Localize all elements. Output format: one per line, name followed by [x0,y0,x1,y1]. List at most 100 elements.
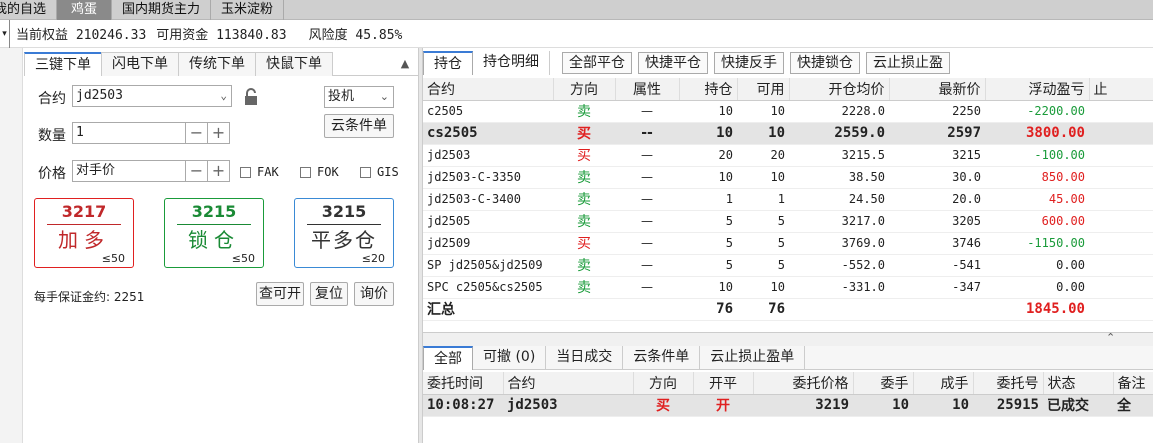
col-order-id[interactable]: 委托号 [973,372,1044,395]
price-label: 价格 [38,166,66,182]
col-note[interactable]: 备注 [1113,372,1153,395]
position-direction: 卖 [553,210,615,233]
quick-reverse-button[interactable]: 快捷反手 [714,52,784,74]
position-last-price: 3746 [889,232,985,255]
position-available: 10 [737,276,789,299]
position-attribute: — [615,254,679,277]
col-position[interactable]: 持仓 [679,78,738,101]
tab-watchlist[interactable]: 我的自选 [0,0,58,20]
collapse-up-icon[interactable]: ▲ [392,52,418,75]
price-input[interactable]: 对手价 [72,160,186,182]
position-row[interactable]: jd2503-C-3400 卖 —1 1 24.50 20.0 45.00 [423,188,1153,211]
col-status[interactable]: 状态 [1043,372,1114,395]
tab-positions[interactable]: 持仓 [423,51,473,75]
position-available: 5 [737,232,789,255]
position-open-price: 2228.0 [789,100,889,123]
close-long-button[interactable]: 3215 平多仓 ≤20 [294,198,394,268]
col-attribute[interactable]: 属性 [615,78,680,101]
tab-cancellable[interactable]: 可撤 (0) [473,346,547,370]
position-direction: 卖 [553,166,615,189]
tab-cloud-condition-orders[interactable]: 云条件单 [623,346,701,370]
total-direction [553,298,615,321]
order-row[interactable]: 10:08:27 jd2503 买开 3219 10 10 25915 已成交全 [423,394,1153,417]
tab-egg[interactable]: 鸡蛋 [57,0,113,20]
col-contract[interactable]: 合约 [423,78,554,101]
tab-three-key-order[interactable]: 三键下单 [24,52,102,76]
total-floating-pnl: 1845.00 [985,298,1089,321]
col-order-time[interactable]: 委托时间 [423,372,504,395]
position-direction: 买 [553,122,615,145]
col-open-avg-price[interactable]: 开仓均价 [789,78,890,101]
reset-button[interactable]: 复位 [310,282,348,306]
tab-cloud-stop-orders[interactable]: 云止损止盈单 [700,346,806,370]
available-funds: 可用资金 113840.83 [156,28,287,43]
quantity-increment-button[interactable]: + [208,122,230,144]
position-qty: 10 [679,122,737,145]
tab-traditional-order[interactable]: 传统下单 [178,52,256,76]
tab-today-trades[interactable]: 当日成交 [546,346,624,370]
fok-checkbox[interactable]: FOK [300,165,339,179]
col-floating-pnl[interactable]: 浮动盈亏 [985,78,1090,101]
col-order-price[interactable]: 委托价格 [753,372,854,395]
close-all-button[interactable]: 全部平仓 [562,52,632,74]
position-attribute: — [615,210,679,233]
check-openable-button[interactable]: 查可开 [256,282,304,306]
position-floating-pnl: 0.00 [985,254,1089,277]
fak-checkbox[interactable]: FAK [240,165,279,179]
col-open-close[interactable]: 开平 [693,372,754,395]
position-direction: 卖 [553,254,615,277]
cloud-stop-loss-profit-button[interactable]: 云止损止盈 [866,52,950,74]
add-long-button[interactable]: 3217 加多 ≤50 [34,198,134,268]
position-row[interactable]: c2505 卖 —10 10 2228.0 2250 -2200.00 [423,100,1153,123]
lock-position-button[interactable]: 3215 锁仓 ≤50 [164,198,264,268]
col-contract[interactable]: 合约 [503,372,634,395]
price-increment-button[interactable]: + [208,160,230,182]
col-available[interactable]: 可用 [737,78,790,101]
inquiry-button[interactable]: 询价 [354,282,394,306]
col-last-price[interactable]: 最新价 [889,78,986,101]
position-attribute: — [615,166,679,189]
position-floating-pnl: 3800.00 [985,122,1089,145]
quick-close-button[interactable]: 快捷平仓 [638,52,708,74]
position-row[interactable]: SP jd2505&jd2509 卖 —5 5 -552.0 -541 0.00 [423,254,1153,277]
divider [177,224,251,225]
col-filled-qty[interactable]: 成手 [913,372,974,395]
tab-position-details[interactable]: 持仓明细 [473,51,550,75]
quantity-input[interactable]: 1 [72,122,186,144]
position-last-price: 3205 [889,210,985,233]
quantity-decrement-button[interactable]: − [186,122,208,144]
total-last-price [889,298,985,321]
price-decrement-button[interactable]: − [186,160,208,182]
position-row[interactable]: jd2505 卖 —5 5 3217.0 3205 600.00 [423,210,1153,233]
col-direction[interactable]: 方向 [633,372,694,395]
account-dropdown-icon[interactable]: ▾ [0,19,10,48]
position-floating-pnl: -100.00 [985,144,1089,167]
cloud-condition-order-button[interactable]: 云条件单 [324,114,394,138]
tab-flash-order[interactable]: 闪电下单 [101,52,179,76]
position-qty: 10 [679,166,737,189]
position-open-price: 24.50 [789,188,889,211]
tab-quick-mouse-order[interactable]: 快鼠下单 [255,52,333,76]
tab-corn-starch[interactable]: 玉米淀粉 [211,0,285,20]
col-direction[interactable]: 方向 [553,78,616,101]
col-order-qty[interactable]: 委手 [853,372,914,395]
position-row[interactable]: jd2503-C-3350 卖 —10 10 38.50 30.0 850.00 [423,166,1153,189]
position-row[interactable]: cs2505 买 -- 10 10 2559.0 2597 3800.00 [423,122,1153,145]
contract-select[interactable]: jd2503 ⌄ [72,85,232,107]
col-stop[interactable]: 止 [1089,78,1153,101]
tab-domestic-futures-main[interactable]: 国内期货主力 [112,0,212,20]
position-last-price: 2250 [889,100,985,123]
hedge-type-select[interactable]: 投机 ⌄ [324,86,394,108]
position-stop [1089,276,1153,299]
position-stop [1089,144,1153,167]
order-note: 全 [1113,394,1153,417]
position-contract: jd2503-C-3400 [423,188,553,211]
section-divider[interactable]: ⌃⌄ [423,331,1153,357]
lock-icon[interactable] [243,88,259,106]
position-row[interactable]: jd2503 买 —20 20 3215.5 3215 -100.00 [423,144,1153,167]
position-row[interactable]: jd2509 买 —5 5 3769.0 3746 -1150.00 [423,232,1153,255]
position-row[interactable]: SPC c2505&cs2505 卖 —10 10 -331.0 -347 0.00 [423,276,1153,299]
tab-all-orders[interactable]: 全部 [423,346,473,370]
quick-lock-button[interactable]: 快捷锁仓 [790,52,860,74]
gis-checkbox[interactable]: GIS [360,165,399,179]
